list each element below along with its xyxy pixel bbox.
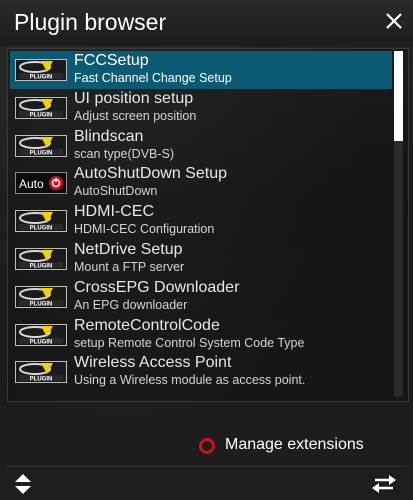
svg-text:PLUGIN: PLUGIN — [30, 112, 53, 118]
plugin-row[interactable]: PLUGIN CrossEPG Downloader An EPG download… — [10, 278, 392, 316]
plugin-row[interactable]: PLUGIN NetDrive Setup Mount a FTP server — [10, 240, 392, 278]
plugin-row[interactable]: PLUGIN Wireless Access Point Using a Wirel… — [10, 353, 392, 391]
scrollbar[interactable] — [394, 51, 403, 397]
plugin-description: Adjust screen position — [74, 108, 197, 123]
plugin-icon: PLUGIN — [15, 96, 67, 119]
plugin-name: RemoteControlCode — [74, 316, 220, 334]
plugin-description: Fast Channel Change Setup — [74, 71, 232, 85]
footer-divider — [7, 466, 407, 467]
close-icon[interactable] — [383, 10, 405, 32]
plugin-row[interactable]: PLUGIN FCCSetup Fast Channel Change Setup — [10, 51, 392, 89]
plugin-list: PLUGIN FCCSetup Fast Channel Change Setup P… — [7, 48, 409, 402]
auto-power-icon: Auto — [15, 172, 67, 195]
plugin-row[interactable]: PLUGIN UI position setup Adjust screen pos… — [10, 89, 392, 127]
manage-extensions-label: Manage extensions — [225, 436, 364, 453]
plugin-description: HDMI-CEC Configuration — [74, 222, 215, 237]
plugin-name: NetDrive Setup — [74, 240, 183, 258]
plugin-description: scan type(DVB-S) — [74, 146, 175, 161]
scrollbar-thumb[interactable] — [394, 51, 403, 141]
plugin-browser-window: Plugin browser PLUGIN FCCSetup Fast Channe… — [0, 0, 413, 500]
svg-text:PLUGIN: PLUGIN — [30, 75, 53, 81]
up-down-arrows-icon[interactable] — [14, 473, 32, 495]
svg-text:Auto: Auto — [19, 177, 44, 191]
plugin-icon: PLUGIN — [15, 361, 67, 384]
svg-text:PLUGIN: PLUGIN — [30, 377, 53, 383]
plugin-icon: PLUGIN — [15, 210, 67, 233]
window-title: Plugin browser — [14, 9, 167, 35]
plugin-description: Mount a FTP server — [74, 259, 185, 274]
svg-text:PLUGIN: PLUGIN — [30, 339, 53, 345]
plugin-row[interactable]: PLUGIN Blindscan scan type(DVB-S) — [10, 127, 392, 165]
plugin-name: UI position setup — [74, 89, 194, 107]
plugin-description: AutoShutDown — [74, 184, 158, 199]
svg-text:PLUGIN: PLUGIN — [30, 263, 53, 269]
plugin-description: Using a Wireless module as access point. — [74, 373, 306, 388]
svg-text:PLUGIN: PLUGIN — [30, 150, 53, 156]
plugin-name: AutoShutDown Setup — [74, 165, 227, 183]
plugin-row[interactable]: PLUGIN RemoteControlCode setup Remote Cont… — [10, 316, 392, 354]
plugin-name: Blindscan — [74, 127, 144, 145]
plugin-description: setup Remote Control System Code Type — [74, 335, 305, 350]
svg-text:PLUGIN: PLUGIN — [30, 301, 53, 307]
plugin-row[interactable]: Auto AutoShutDown Setup AutoShutDown — [10, 164, 392, 202]
plugin-icon: PLUGIN — [15, 59, 67, 81]
plugin-icon: PLUGIN — [15, 247, 67, 270]
plugin-description: An EPG downloader — [74, 297, 188, 312]
plugin-icon: PLUGIN — [15, 134, 67, 157]
plugin-name: HDMI-CEC — [74, 203, 154, 221]
plugin-name: FCCSetup — [74, 52, 149, 69]
svg-text:PLUGIN: PLUGIN — [30, 226, 53, 232]
red-button-icon — [199, 438, 215, 454]
title-bar: Plugin browser — [0, 0, 413, 46]
plugin-name: CrossEPG Downloader — [74, 278, 240, 296]
plugin-name: Wireless Access Point — [74, 354, 232, 372]
plugin-icon: PLUGIN — [15, 285, 67, 308]
plugin-row[interactable]: PLUGIN HDMI-CEC HDMI-CEC Configuration — [10, 202, 392, 240]
swap-arrows-icon[interactable] — [371, 474, 397, 494]
plugin-icon: PLUGIN — [15, 323, 67, 346]
